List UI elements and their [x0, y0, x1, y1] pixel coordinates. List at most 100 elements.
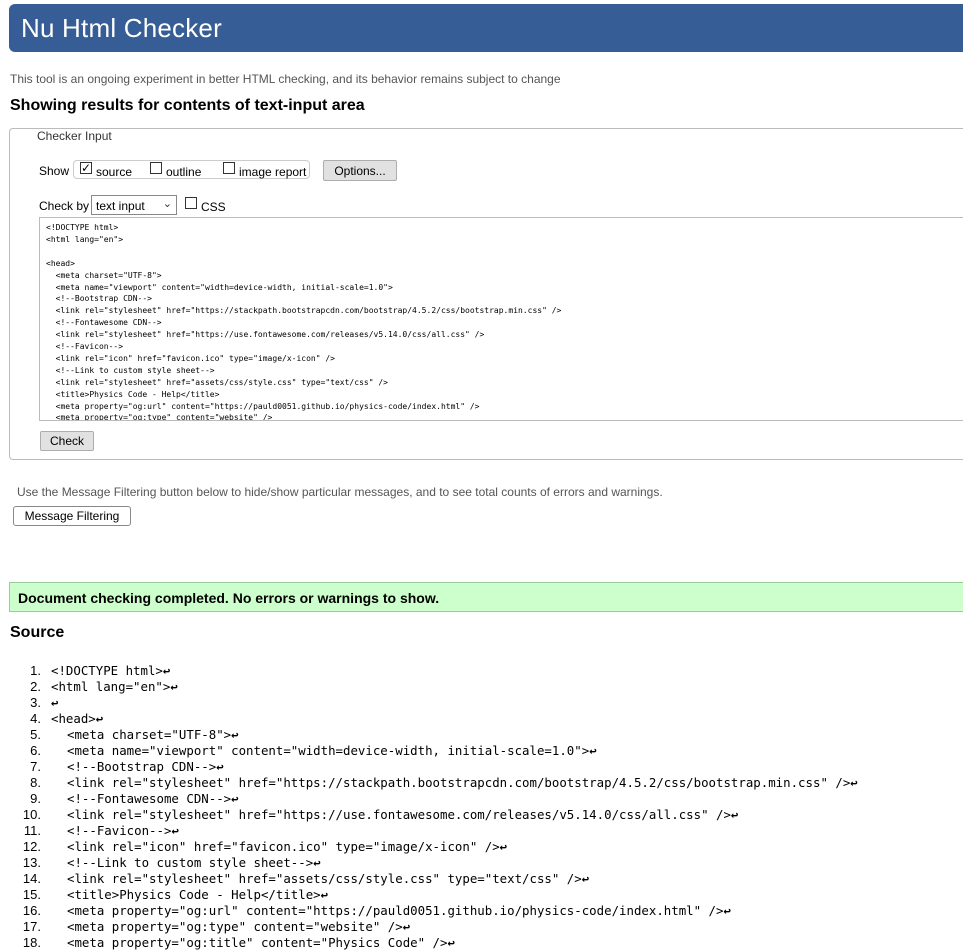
source-checkbox-label: source: [96, 165, 133, 179]
image-report-checkbox-label: image report: [239, 165, 307, 179]
line-return-icon: ↩: [589, 743, 597, 758]
source-code: <meta property="og:title" content="Physi…: [67, 935, 455, 950]
success-message: Document checking completed. No errors o…: [18, 590, 440, 606]
textarea-line: <head>: [46, 258, 75, 268]
source-line: 8. <link rel="stylesheet" href="https://s…: [0, 775, 963, 791]
source-code: <meta name="viewport" content="width=dev…: [67, 743, 597, 758]
source-heading: Source: [10, 624, 65, 641]
source-line: 7. <!--Bootstrap CDN-->↩: [0, 759, 963, 775]
line-return-icon: ↩: [231, 727, 239, 742]
source-line: 4. <head>↩: [0, 711, 963, 727]
line-return-icon: ↩: [170, 679, 178, 694]
line-number: 13.: [22, 855, 41, 870]
source-code: <head>↩: [51, 711, 104, 726]
line-return-icon: ↩: [499, 839, 508, 854]
source-textarea[interactable]: <!DOCTYPE html> <html lang="en"> <head> <m…: [39, 217, 963, 421]
source-code: <link rel="stylesheet" href="assets/css/…: [67, 871, 590, 886]
line-return-icon: ↩: [216, 759, 224, 774]
line-return-icon: ↩: [730, 807, 739, 822]
line-number: 15.: [22, 887, 41, 902]
line-number: 7.: [30, 759, 41, 774]
source-code: <!--Bootstrap CDN-->↩: [67, 759, 224, 774]
css-checkbox[interactable]: [185, 197, 197, 209]
textarea-line: <link rel="icon" href="favicon.ico" type…: [46, 353, 335, 363]
chevron-down-icon: ⌄: [162, 198, 172, 210]
tagline: This tool is an ongoing experiment in be…: [10, 72, 561, 86]
textarea-line: <meta property="og:type" content="websit…: [46, 413, 273, 421]
source-line: 5. <meta charset="UTF-8">↩: [0, 727, 963, 743]
source-line: 15. <title>Physics Code - Help</title>↩: [0, 887, 963, 903]
line-number: 8.: [30, 775, 41, 790]
source-line: 9. <!--Fontawesome CDN-->↩: [0, 791, 963, 807]
check-button[interactable]: Check: [40, 431, 94, 451]
textarea-line: <link rel="stylesheet" href="assets/css/…: [46, 377, 388, 387]
source-line: 11. <!--Favicon-->↩: [0, 823, 963, 839]
success-banner: Document checking completed. No errors o…: [9, 582, 963, 612]
source-line: 16. <meta property="og:url" content="http…: [0, 903, 963, 919]
check-by-label: Check by: [39, 199, 90, 213]
line-return-icon: ↩: [320, 887, 329, 902]
textarea-line: <meta charset="UTF-8">: [46, 270, 162, 280]
line-number: 9.: [30, 791, 41, 806]
textarea-line: <meta name="viewport" content="width=dev…: [46, 282, 393, 292]
textarea-line: <!--Favicon-->: [46, 342, 124, 351]
source-line: 18. <meta property="og:title" content="Ph…: [0, 935, 963, 951]
line-number: 18.: [22, 935, 41, 950]
check-by-select[interactable]: text input ⌄: [91, 195, 177, 215]
source-line: 17. <meta property="og:type" content="web…: [0, 919, 963, 935]
line-number: 11.: [23, 823, 41, 838]
image-report-checkbox[interactable]: [223, 162, 235, 174]
outline-checkbox[interactable]: [150, 162, 162, 174]
source-line: 2. <html lang="en">↩: [0, 679, 963, 695]
textarea-line: <!--Fontawesome CDN-->: [46, 318, 162, 328]
message-filtering-button[interactable]: Message Filtering: [13, 506, 131, 526]
line-return-icon: ↩: [723, 903, 731, 918]
filter-note: Use the Message Filtering button below t…: [17, 485, 663, 499]
line-number: 14.: [22, 871, 41, 886]
line-number: 3.: [30, 695, 41, 710]
line-return-icon: ↩: [171, 823, 179, 838]
textarea-line: <!--Bootstrap CDN-->: [46, 294, 152, 304]
source-code: ↩: [51, 695, 58, 710]
outline-checkbox-label: outline: [166, 165, 202, 179]
line-return-icon: ↩: [95, 711, 104, 726]
source-line: 1. <!DOCTYPE html>↩: [0, 663, 963, 679]
line-number: 1.: [30, 663, 41, 678]
line-return-icon: ↩: [313, 855, 321, 870]
line-number: 17.: [22, 919, 41, 934]
textarea-line: <meta property="og:url" content="https:/…: [46, 401, 480, 411]
source-code: <meta property="og:type" content="websit…: [67, 919, 411, 934]
source-line: 13. <!--Link to custom style sheet-->↩: [0, 855, 963, 871]
line-return-icon: ↩: [231, 791, 239, 806]
source-code: <link rel="stylesheet" href="https://use…: [67, 807, 739, 822]
line-number: 2.: [30, 679, 41, 694]
app-title: Nu Html Checker: [21, 13, 222, 43]
source-line: 3. ↩: [0, 695, 963, 711]
checker-input-legend: Checker Input: [34, 129, 115, 143]
line-return-icon: ↩: [850, 775, 858, 790]
line-number: 5.: [30, 727, 41, 742]
source-code: <meta charset="UTF-8">↩: [67, 727, 239, 742]
line-number: 10.: [22, 807, 41, 822]
line-return-icon: ↩: [162, 663, 171, 678]
source-line: 10. <link rel="stylesheet" href="https://…: [0, 807, 963, 823]
source-code: <link rel="stylesheet" href="https://sta…: [67, 775, 858, 790]
line-number: 12.: [22, 839, 41, 854]
source-code: <meta property="og:url" content="https:/…: [67, 903, 731, 918]
source-checkbox[interactable]: ✓: [80, 162, 92, 174]
app-header: Nu Html Checker: [9, 4, 963, 52]
line-return-icon: ↩: [51, 695, 59, 710]
textarea-line: <html lang="en">: [46, 234, 124, 244]
options-button[interactable]: Options...: [323, 160, 397, 181]
source-line: 14. <link rel="stylesheet" href="assets/c…: [0, 871, 963, 887]
textarea-line: <link rel="stylesheet" href="https://sta…: [46, 306, 562, 316]
source-code: <!--Fontawesome CDN-->↩: [67, 791, 239, 806]
results-heading: Showing results for contents of text-inp…: [10, 97, 365, 114]
line-number: 16.: [22, 903, 41, 918]
show-label: Show: [39, 164, 70, 178]
source-code: <!--Favicon-->↩: [67, 823, 179, 838]
line-return-icon: ↩: [581, 871, 590, 886]
css-checkbox-label: CSS: [201, 200, 226, 214]
source-line: 6. <meta name="viewport" content="width=d…: [0, 743, 963, 759]
source-code: <html lang="en">↩: [51, 679, 178, 694]
